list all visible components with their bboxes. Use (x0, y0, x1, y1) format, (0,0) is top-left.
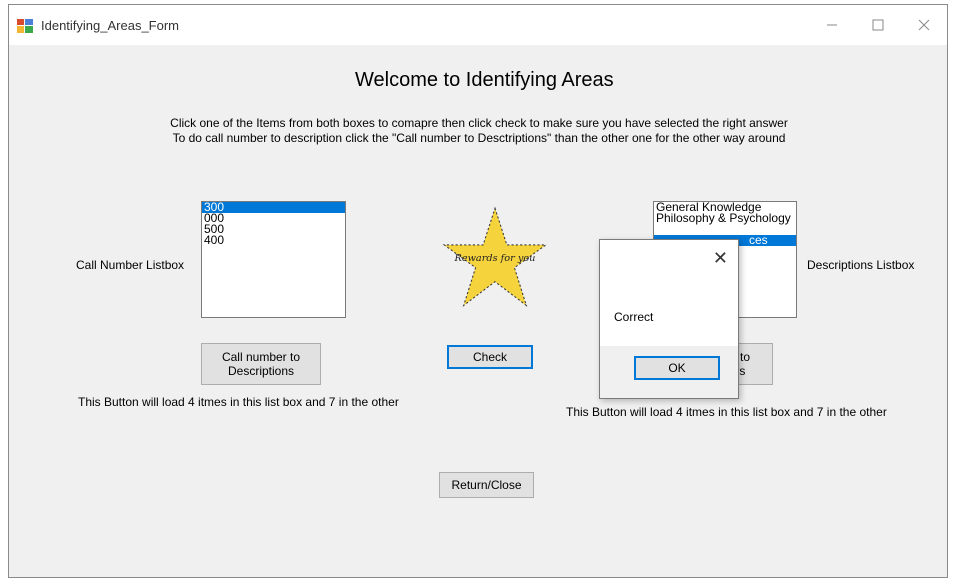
instructions-line-2: To do call number to description click t… (172, 131, 786, 145)
close-button[interactable] (901, 5, 947, 45)
check-button[interactable]: Check (447, 345, 533, 369)
ok-button-label: OK (668, 361, 686, 375)
left-button-note: This Button will load 4 itmes in this li… (78, 395, 399, 409)
message-dialog: ✕ Correct OK (599, 239, 739, 399)
call-number-to-descriptions-button[interactable]: Call number to Descriptions (201, 343, 321, 385)
title-bar[interactable]: Identifying_Areas_Form (9, 5, 947, 45)
maximize-icon (872, 19, 884, 31)
rewards-star-image: Rewards for you (442, 206, 548, 307)
call-number-listbox[interactable]: 300 000 500 400 (201, 201, 346, 318)
list-item[interactable] (654, 224, 796, 235)
return-close-label: Return/Close (451, 478, 522, 492)
list-item[interactable]: Philosophy & Psychology (654, 212, 796, 224)
close-icon (918, 19, 930, 31)
instructions-line-1: Click one of the Items from both boxes t… (170, 116, 788, 130)
list-item[interactable]: 400 (202, 234, 345, 246)
call-number-to-descriptions-label: Call number to Descriptions (221, 350, 301, 378)
page-heading: Welcome to Identifying Areas (355, 69, 614, 91)
call-number-listbox-label: Call Number Listbox (76, 258, 185, 272)
ok-button[interactable]: OK (634, 356, 720, 380)
window-title: Identifying_Areas_Form (41, 18, 180, 33)
app-window: Identifying_Areas_Form Welcome to Identi… (8, 4, 948, 578)
check-button-label: Check (472, 350, 507, 364)
right-button-note: This Button will load 4 itmes in this li… (566, 405, 887, 419)
form-icon (17, 19, 33, 33)
return-close-button[interactable]: Return/Close (439, 472, 534, 498)
minimize-icon (827, 24, 837, 26)
descriptions-listbox-label: Descriptions Listbox (807, 258, 915, 272)
maximize-button[interactable] (855, 5, 901, 45)
dialog-message: Correct (614, 310, 654, 324)
dialog-footer: OK (600, 346, 738, 398)
dialog-close-icon[interactable]: ✕ (713, 248, 728, 269)
minimize-button[interactable] (809, 5, 855, 45)
star-text: Rewards for you (454, 253, 536, 264)
